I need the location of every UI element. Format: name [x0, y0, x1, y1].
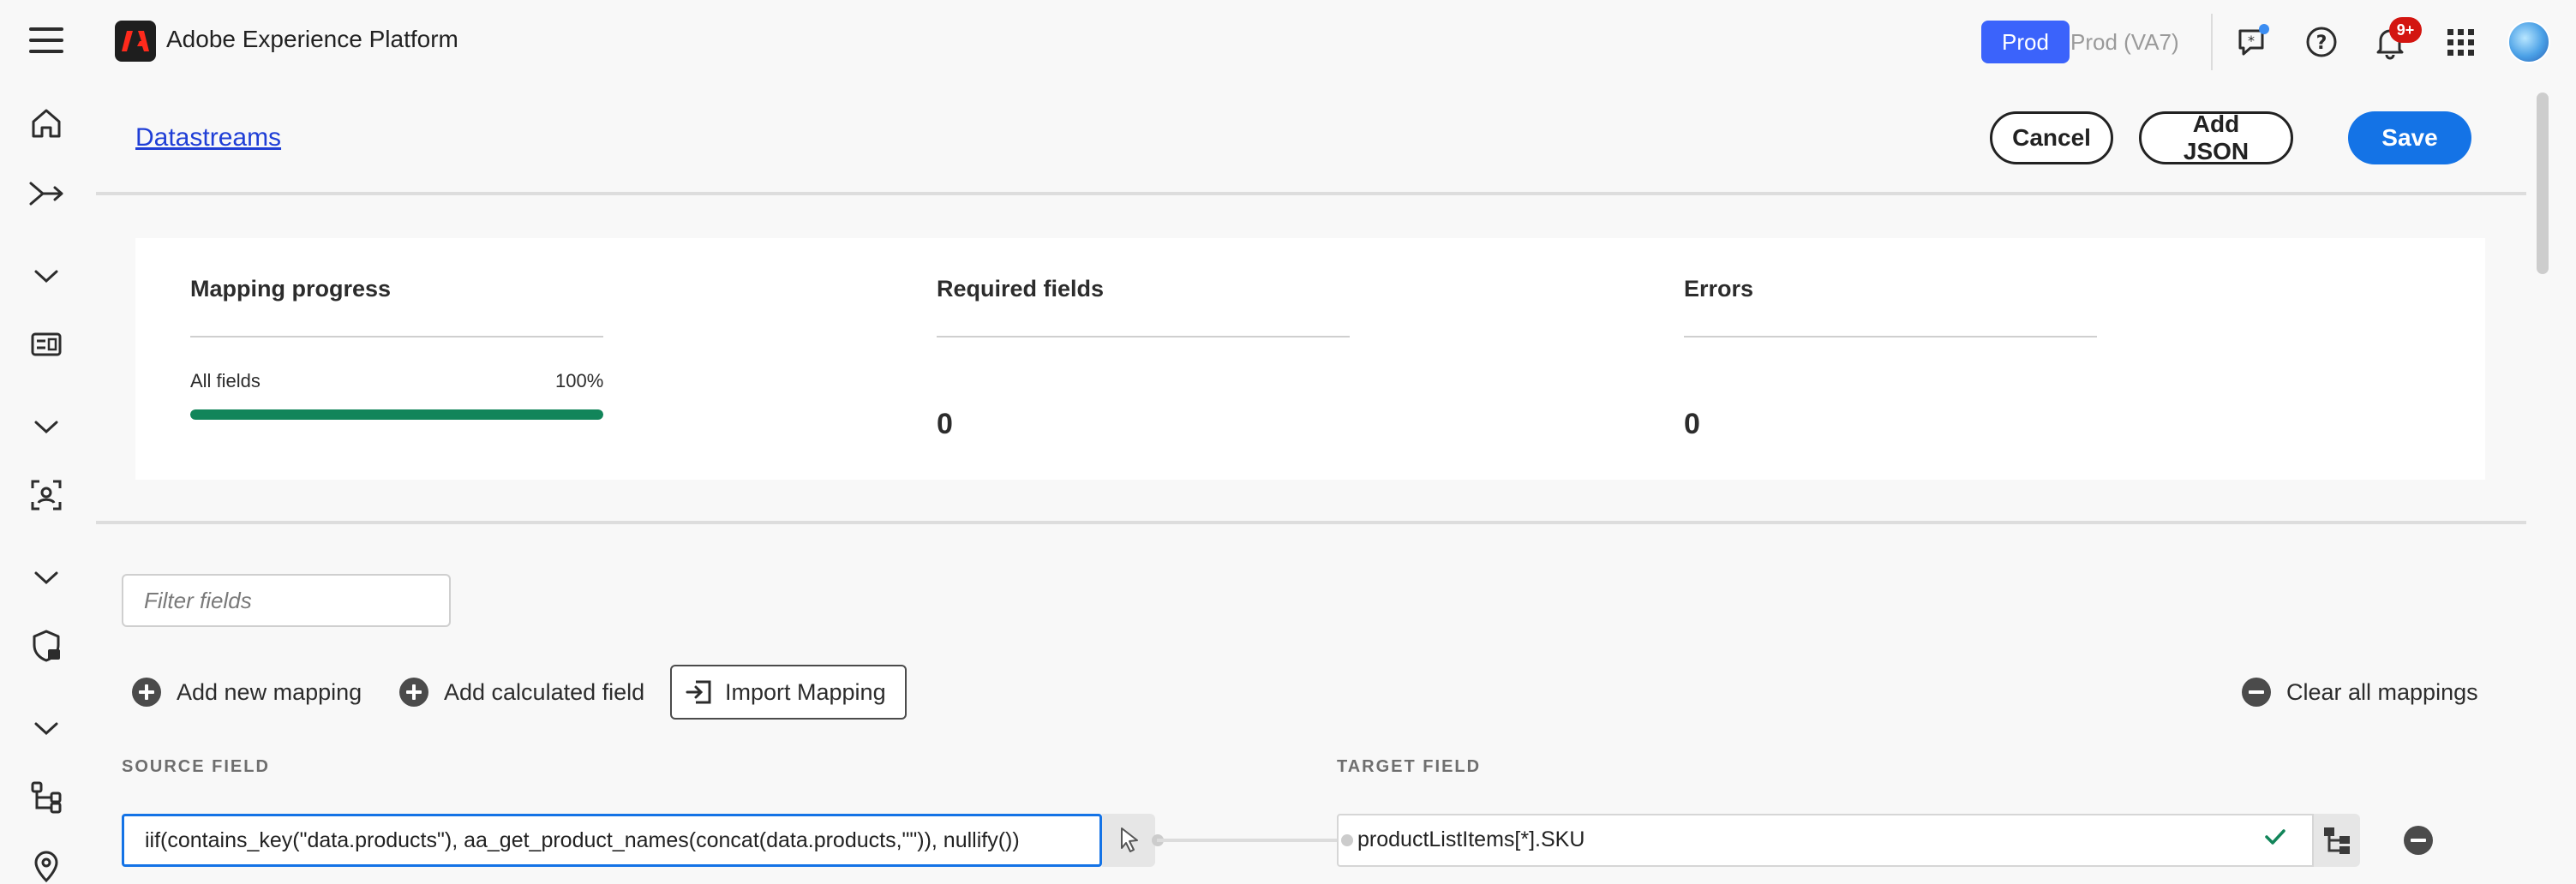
workflows-icon[interactable]: [27, 175, 65, 212]
svg-text:?: ?: [2316, 33, 2327, 54]
clear-all-mappings-button[interactable]: Clear all mappings: [2242, 673, 2478, 711]
divider: [96, 521, 2526, 524]
source-picker-button[interactable]: [1102, 814, 1155, 867]
add-new-mapping-label: Add new mapping: [177, 678, 362, 705]
flow-icon[interactable]: [27, 778, 65, 815]
chevron-down-icon[interactable]: [27, 558, 65, 596]
privacy-shield-icon[interactable]: [27, 627, 65, 665]
top-bar: Adobe Experience Platform Prod Prod (VA7…: [0, 0, 2576, 84]
target-field-value: productListItems[*].SKU: [1357, 827, 1585, 851]
filter-fields-input[interactable]: [122, 574, 451, 627]
divider: [937, 336, 1350, 337]
required-fields-title: Required fields: [937, 276, 1105, 302]
mapping-progress-title: Mapping progress: [190, 276, 392, 302]
divider: [190, 336, 603, 337]
target-field-header: TARGET FIELD: [1337, 757, 1482, 776]
remove-mapping-button[interactable]: [2404, 826, 2433, 855]
errors-value: 0: [1684, 408, 1700, 440]
required-fields-value: 0: [937, 408, 953, 440]
remove-circle-icon: [2242, 678, 2271, 707]
save-button[interactable]: Save: [2348, 111, 2471, 164]
feedback-icon[interactable]: *: [2233, 22, 2273, 62]
divider: [1684, 336, 2097, 337]
connector-dot: [1341, 834, 1353, 846]
app-title: Adobe Experience Platform: [166, 26, 458, 52]
mapping-progress-card: [135, 238, 2485, 480]
menu-icon[interactable]: [29, 27, 63, 55]
notification-badge: 9+: [2389, 17, 2422, 43]
location-pin-icon[interactable]: [27, 846, 65, 884]
chevron-down-icon[interactable]: [27, 709, 65, 747]
svg-text:*: *: [2248, 33, 2255, 49]
divider: [2211, 14, 2213, 70]
all-fields-percent: 100%: [555, 370, 604, 391]
source-field-input[interactable]: iif(contains_key("data.products"), aa_ge…: [122, 814, 1102, 867]
cursor-arrow-icon: [1121, 827, 1138, 852]
all-fields-label: All fields: [190, 370, 261, 391]
avatar[interactable]: [2507, 21, 2550, 63]
add-circle-icon: [132, 678, 161, 707]
add-circle-icon: [399, 678, 428, 707]
schema-tree-button[interactable]: [2314, 814, 2360, 867]
home-icon[interactable]: [27, 105, 65, 142]
env-prod-button[interactable]: Prod: [1981, 21, 2070, 63]
source-field-header: SOURCE FIELD: [122, 757, 270, 776]
schema-tree-icon: [2324, 827, 2350, 854]
adobe-logo-icon[interactable]: [115, 21, 156, 62]
all-fields-progress-bar: [190, 409, 603, 420]
chevron-down-icon[interactable]: [27, 257, 65, 295]
remove-circle-icon: [2404, 826, 2433, 855]
import-mapping-button[interactable]: Import Mapping: [670, 665, 907, 720]
errors-title: Errors: [1684, 276, 1754, 302]
scrollbar[interactable]: [2537, 93, 2549, 274]
chevron-down-icon[interactable]: [27, 408, 65, 445]
add-calculated-field-label: Add calculated field: [444, 678, 645, 705]
data-card-icon[interactable]: [27, 326, 65, 363]
import-mapping-label: Import Mapping: [725, 678, 886, 705]
env-va7-button[interactable]: Prod (VA7): [2070, 29, 2179, 56]
help-icon[interactable]: ?: [2302, 22, 2341, 62]
clear-all-mappings-label: Clear all mappings: [2286, 678, 2478, 705]
apps-grid-icon[interactable]: [2441, 22, 2480, 62]
add-new-mapping-button[interactable]: Add new mapping: [132, 673, 362, 711]
cancel-button[interactable]: Cancel: [1990, 111, 2113, 164]
mapping-connector: [1157, 839, 1347, 842]
checkmark-icon: [2265, 829, 2285, 845]
divider: [96, 192, 2526, 195]
add-json-button[interactable]: Add JSON: [2139, 110, 2293, 164]
app-root: Adobe Experience Platform Prod Prod (VA7…: [0, 0, 2576, 884]
progress-fill: [190, 409, 603, 420]
profile-scan-icon[interactable]: [27, 476, 65, 514]
add-calculated-field-button[interactable]: Add calculated field: [399, 673, 644, 711]
breadcrumb-datastreams[interactable]: Datastreams: [135, 123, 281, 152]
import-icon: [686, 680, 711, 704]
